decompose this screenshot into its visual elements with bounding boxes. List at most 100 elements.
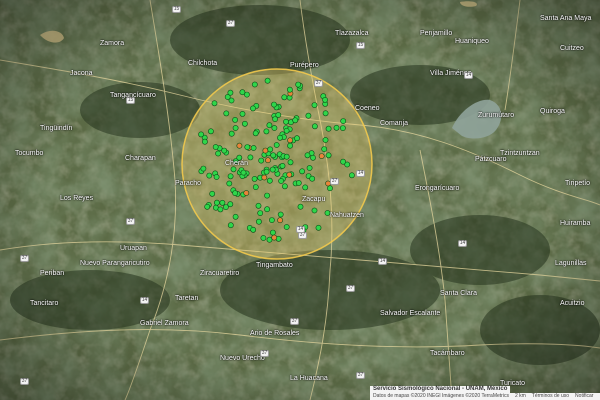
epicenter-marker[interactable] bbox=[297, 203, 304, 210]
epicenter-marker[interactable] bbox=[348, 172, 355, 179]
epicenter-marker[interactable] bbox=[252, 184, 259, 190]
epicenter-marker[interactable] bbox=[223, 110, 230, 117]
epicenter-marker[interactable] bbox=[227, 222, 234, 229]
epicenter-marker[interactable] bbox=[226, 180, 233, 187]
epicenter-marker[interactable] bbox=[322, 97, 328, 103]
epicenter-marker[interactable] bbox=[232, 190, 238, 196]
epicenter-marker[interactable] bbox=[247, 154, 254, 161]
epicenter-marker[interactable] bbox=[224, 94, 231, 100]
terms-link[interactable]: Términos de uso bbox=[529, 393, 572, 400]
epicenter-marker[interactable] bbox=[267, 146, 274, 153]
epicenter-marker[interactable] bbox=[255, 202, 262, 209]
epicenter-marker[interactable] bbox=[257, 210, 264, 216]
epicenter-marker[interactable] bbox=[302, 184, 309, 191]
epicenter-marker[interactable] bbox=[283, 127, 290, 134]
epicenter-marker[interactable] bbox=[239, 111, 246, 117]
epicenter-marker[interactable] bbox=[287, 159, 294, 166]
epicenter-marker[interactable] bbox=[251, 175, 258, 182]
epicenter-marker[interactable] bbox=[266, 177, 273, 184]
epicenter-marker[interactable] bbox=[269, 229, 276, 236]
epicenter-marker[interactable] bbox=[340, 118, 347, 124]
epicenter-marker-recent[interactable] bbox=[265, 157, 271, 164]
epicenter-marker[interactable] bbox=[250, 145, 257, 151]
epicenter-marker[interactable] bbox=[241, 120, 248, 127]
epicenter-marker[interactable] bbox=[207, 128, 214, 135]
epicenter-marker[interactable] bbox=[322, 137, 329, 143]
epicenter-marker[interactable] bbox=[305, 112, 312, 119]
epicenter-marker-recent[interactable] bbox=[243, 190, 250, 196]
epicenter-marker[interactable] bbox=[201, 138, 208, 145]
epicenter-marker[interactable] bbox=[222, 204, 229, 210]
epicenter-marker[interactable] bbox=[268, 217, 275, 223]
epicenter-marker-recent[interactable] bbox=[287, 137, 293, 144]
epicenter-marker[interactable] bbox=[232, 117, 238, 123]
epicenter-marker[interactable] bbox=[294, 135, 300, 142]
epicenter-marker-recent[interactable] bbox=[286, 171, 293, 178]
epicenter-marker[interactable] bbox=[221, 147, 228, 154]
epicenter-marker[interactable] bbox=[228, 130, 235, 137]
epicenter-marker-recent[interactable] bbox=[261, 174, 268, 181]
epicenter-marker-recent[interactable] bbox=[271, 234, 278, 241]
report-link[interactable]: Notificar bbox=[572, 393, 596, 400]
epicenter-marker[interactable] bbox=[209, 190, 216, 197]
epicenter-marker-recent[interactable] bbox=[318, 153, 325, 159]
epicenter-marker[interactable] bbox=[264, 206, 270, 213]
epicenter-marker[interactable] bbox=[279, 162, 286, 169]
epicenter-marker[interactable] bbox=[299, 168, 305, 175]
epicenter-marker[interactable] bbox=[271, 101, 277, 108]
epicenter-marker[interactable] bbox=[310, 154, 316, 161]
epicenter-marker[interactable] bbox=[255, 218, 262, 225]
epicenter-marker[interactable] bbox=[227, 173, 234, 180]
epicenter-marker[interactable] bbox=[278, 178, 284, 184]
epicenter-marker[interactable] bbox=[206, 172, 213, 179]
epicenter-marker[interactable] bbox=[283, 118, 289, 125]
epicenter-marker-recent[interactable] bbox=[277, 217, 283, 224]
epicenter-marker[interactable] bbox=[272, 116, 278, 122]
epicenter-marker[interactable] bbox=[250, 226, 257, 233]
epicenter-marker[interactable] bbox=[213, 174, 220, 180]
epicenter-marker[interactable] bbox=[281, 183, 288, 190]
epicenter-marker[interactable] bbox=[340, 158, 346, 165]
epicenter-marker[interactable] bbox=[286, 86, 293, 93]
epicenter-marker[interactable] bbox=[277, 134, 283, 141]
epicenter-marker[interactable] bbox=[215, 150, 221, 157]
epicenter-marker[interactable] bbox=[211, 100, 218, 107]
epicenter-marker[interactable] bbox=[240, 169, 247, 176]
epicenter-marker[interactable] bbox=[306, 165, 313, 171]
epicenter-marker[interactable] bbox=[244, 144, 251, 150]
epicenter-marker[interactable] bbox=[339, 125, 346, 132]
epicenter-marker[interactable] bbox=[200, 165, 207, 172]
epicenter-marker[interactable] bbox=[295, 180, 302, 186]
epicenter-marker[interactable] bbox=[269, 166, 276, 173]
map-view[interactable]: Zacapu Pátzcuaro Zurumútaro Tzintzuntzan Qui… bbox=[0, 0, 600, 400]
epicenter-marker[interactable] bbox=[292, 117, 299, 124]
epicenter-marker-recent[interactable] bbox=[236, 142, 243, 149]
epicenter-marker[interactable] bbox=[239, 89, 246, 96]
epicenter-marker[interactable] bbox=[213, 199, 220, 206]
epicenter-marker[interactable] bbox=[311, 123, 318, 130]
epicenter-marker[interactable] bbox=[287, 142, 293, 149]
epicenter-marker[interactable] bbox=[264, 192, 270, 199]
epicenter-marker[interactable] bbox=[198, 131, 204, 138]
epicenter-marker[interactable] bbox=[283, 153, 290, 160]
epicenter-marker[interactable] bbox=[263, 168, 270, 175]
epicenter-marker[interactable] bbox=[322, 110, 329, 117]
epicenter-marker[interactable] bbox=[219, 199, 226, 206]
epicenter-marker[interactable] bbox=[311, 102, 318, 108]
epicenter-marker[interactable] bbox=[264, 77, 271, 84]
epicenter-marker[interactable] bbox=[304, 152, 311, 159]
epicenter-marker[interactable] bbox=[333, 124, 340, 131]
epicenter-marker[interactable] bbox=[266, 122, 273, 129]
epicenter-marker[interactable] bbox=[295, 81, 302, 88]
epicenter-marker-recent[interactable] bbox=[262, 147, 269, 154]
epicenter-marker[interactable] bbox=[283, 224, 290, 230]
epicenter-marker[interactable] bbox=[212, 144, 219, 150]
epicenter-marker[interactable] bbox=[252, 130, 259, 137]
epicenter-marker[interactable] bbox=[270, 152, 277, 159]
epicenter-marker[interactable] bbox=[325, 125, 332, 132]
epicenter-marker[interactable] bbox=[281, 94, 288, 101]
epicenter-marker[interactable] bbox=[232, 213, 239, 220]
epicenter-marker[interactable] bbox=[271, 125, 278, 131]
epicenter-marker[interactable] bbox=[311, 207, 318, 214]
epicenter-marker[interactable] bbox=[260, 235, 267, 241]
